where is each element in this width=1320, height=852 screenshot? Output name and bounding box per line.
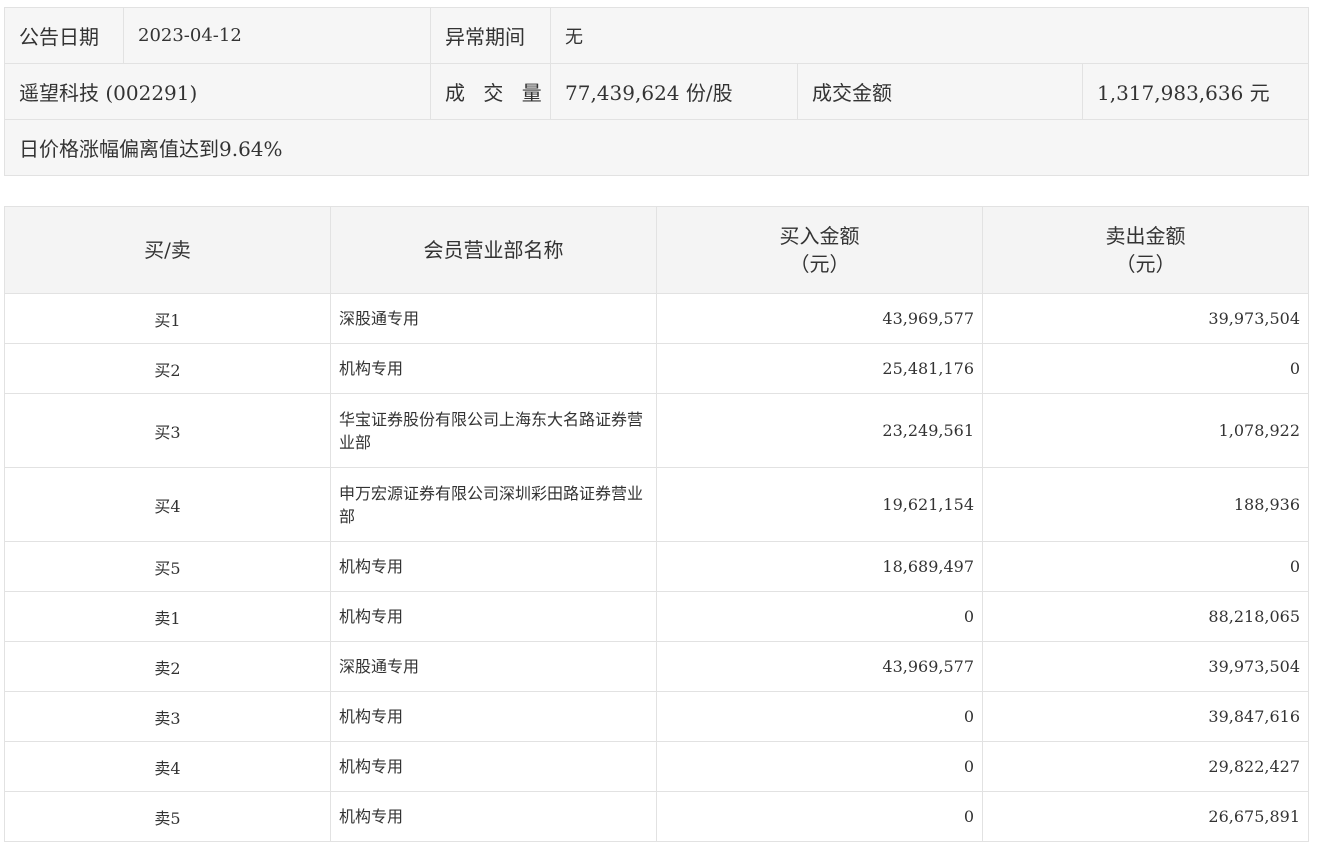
dept-cell: 机构专用 xyxy=(330,741,657,792)
amount-value: 1,317,983,636 元 xyxy=(1081,63,1310,120)
date-value: 2023-04-12 xyxy=(123,7,431,64)
sell-amount-cell: 26,675,891 xyxy=(982,791,1309,842)
period-label: 异常期间 xyxy=(430,7,551,64)
volume-value: 77,439,624 份/股 xyxy=(550,63,798,120)
amount-label: 成交金额 xyxy=(797,63,1083,120)
side-cell: 卖2 xyxy=(4,641,331,692)
table-row: 买5 机构专用 18,689,497 0 xyxy=(4,541,1309,592)
dept-cell: 机构专用 xyxy=(330,791,657,842)
dept-cell: 申万宏源证券有限公司深圳彩田路证券营业部 xyxy=(330,467,657,542)
table-header-row: 买/卖 会员营业部名称 买入金额 （元） 卖出金额 （元） xyxy=(4,206,1309,294)
buy-amount-cell: 43,969,577 xyxy=(656,641,983,692)
buy-amount-cell: 19,621,154 xyxy=(656,467,983,542)
sell-amount-cell: 0 xyxy=(982,343,1309,394)
side-cell: 买1 xyxy=(4,293,331,344)
table-row: 卖4 机构专用 0 29,822,427 xyxy=(4,741,1309,792)
header-buy-unit: （元） xyxy=(789,252,850,276)
side-cell: 买5 xyxy=(4,541,331,592)
sell-amount-cell: 39,847,616 xyxy=(982,691,1309,742)
header-buy: 买入金额 （元） xyxy=(656,206,983,294)
date-label: 公告日期 xyxy=(4,7,124,64)
dept-cell: 机构专用 xyxy=(330,541,657,592)
sell-amount-cell: 39,973,504 xyxy=(982,293,1309,344)
side-cell: 卖4 xyxy=(4,741,331,792)
side-cell: 买3 xyxy=(4,393,331,468)
table-row: 买2 机构专用 25,481,176 0 xyxy=(4,343,1309,394)
dept-cell: 机构专用 xyxy=(330,343,657,394)
buy-amount-cell: 43,969,577 xyxy=(656,293,983,344)
sell-amount-cell: 88,218,065 xyxy=(982,591,1309,642)
table-row: 卖2 深股通专用 43,969,577 39,973,504 xyxy=(4,641,1309,692)
dept-cell: 机构专用 xyxy=(330,591,657,642)
table-row: 买3 华宝证券股份有限公司上海东大名路证券营业部 23,249,561 1,07… xyxy=(4,393,1309,468)
table-row: 卖5 机构专用 0 26,675,891 xyxy=(4,791,1309,842)
dept-cell: 深股通专用 xyxy=(330,641,657,692)
summary-row-reason: 日价格涨幅偏离值达到9.64% xyxy=(3,119,1310,176)
table-row: 买4 申万宏源证券有限公司深圳彩田路证券营业部 19,621,154 188,9… xyxy=(4,467,1309,542)
side-cell: 买4 xyxy=(4,467,331,542)
buy-amount-cell: 0 xyxy=(656,691,983,742)
header-dept: 会员营业部名称 xyxy=(330,206,657,294)
buy-amount-cell: 23,249,561 xyxy=(656,393,983,468)
dept-cell: 深股通专用 xyxy=(330,293,657,344)
period-value: 无 xyxy=(549,7,1310,64)
buy-amount-cell: 18,689,497 xyxy=(656,541,983,592)
sell-amount-cell: 1,078,922 xyxy=(982,393,1309,468)
sell-amount-cell: 29,822,427 xyxy=(982,741,1309,792)
sell-amount-cell: 0 xyxy=(982,541,1309,592)
buy-amount-cell: 25,481,176 xyxy=(656,343,983,394)
header-sell-unit: （元） xyxy=(1115,252,1176,276)
volume-label: 成 交 量 xyxy=(430,63,551,120)
dept-cell: 机构专用 xyxy=(330,691,657,742)
stock-name: 遥望科技 (002291) xyxy=(4,63,431,120)
header-buy-label: 买入金额 xyxy=(779,224,860,248)
header-sell-label: 卖出金额 xyxy=(1105,224,1186,248)
sell-amount-cell: 188,936 xyxy=(982,467,1309,542)
buy-amount-cell: 0 xyxy=(656,741,983,792)
side-cell: 卖1 xyxy=(4,591,331,642)
header-side: 买/卖 xyxy=(4,206,331,294)
buy-amount-cell: 0 xyxy=(656,591,983,642)
table-row: 卖3 机构专用 0 39,847,616 xyxy=(4,691,1309,742)
header-sell: 卖出金额 （元） xyxy=(982,206,1309,294)
dept-cell: 华宝证券股份有限公司上海东大名路证券营业部 xyxy=(330,393,657,468)
summary-row-date: 公告日期 2023-04-12 异常期间 无 xyxy=(4,7,1310,64)
table-row: 卖1 机构专用 0 88,218,065 xyxy=(4,591,1309,642)
side-cell: 卖5 xyxy=(4,791,331,842)
reason-text: 日价格涨幅偏离值达到9.64% xyxy=(3,119,1310,176)
side-cell: 买2 xyxy=(4,343,331,394)
buy-amount-cell: 0 xyxy=(656,791,983,842)
summary-row-volume: 遥望科技 (002291) 成 交 量 77,439,624 份/股 成交金额 … xyxy=(4,63,1310,120)
table-row: 买1 深股通专用 43,969,577 39,973,504 xyxy=(4,293,1309,344)
summary-table: 公告日期 2023-04-12 异常期间 无 遥望科技 (002291) 成 交… xyxy=(3,7,1310,176)
sell-amount-cell: 39,973,504 xyxy=(982,641,1309,692)
trading-table: 买/卖 会员营业部名称 买入金额 （元） 卖出金额 （元） 买1 深股通专用 4… xyxy=(4,206,1309,842)
side-cell: 卖3 xyxy=(4,691,331,742)
